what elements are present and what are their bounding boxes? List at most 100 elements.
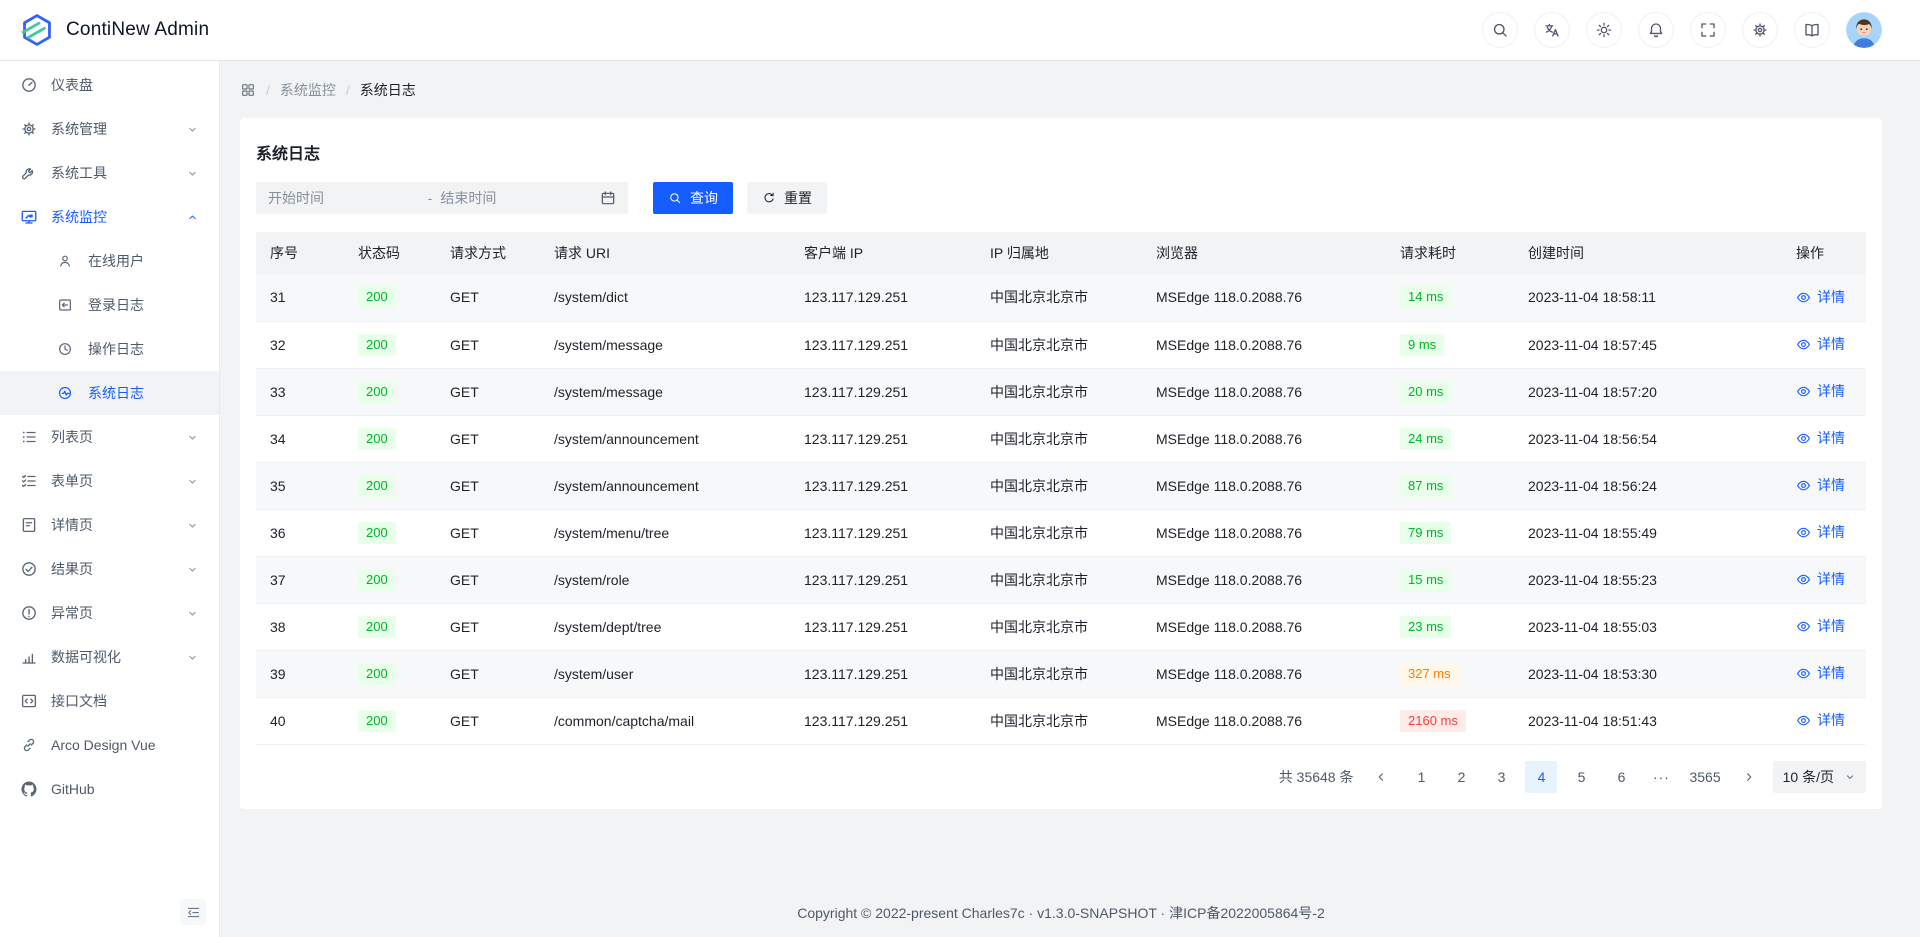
sidebar-item[interactable]: 系统监控 <box>0 195 219 239</box>
sidebar-item[interactable]: 列表页 <box>0 415 219 459</box>
prev-page-button[interactable] <box>1365 761 1397 793</box>
detail-link[interactable]: 详情 <box>1796 428 1845 448</box>
sidebar-item[interactable]: Arco Design Vue <box>0 723 219 767</box>
page-number-button[interactable]: 3 <box>1485 761 1517 793</box>
sidebar-item[interactable]: 详情页 <box>0 503 219 547</box>
elapsed-badge: 327 ms <box>1400 663 1459 685</box>
page-number-button[interactable]: 1 <box>1405 761 1437 793</box>
chevron-right-icon <box>1742 770 1756 784</box>
file-icon <box>20 516 38 534</box>
page-title: 系统日志 <box>256 140 1866 164</box>
cell-index: 31 <box>256 274 344 321</box>
topbar-action-button[interactable] <box>1482 12 1518 48</box>
detail-link[interactable]: 详情 <box>1796 663 1845 683</box>
sidebar-item[interactable]: 系统管理 <box>0 107 219 151</box>
detail-link[interactable]: 详情 <box>1796 710 1845 730</box>
fullscreen-icon <box>1699 21 1717 39</box>
search-icon <box>1491 21 1509 39</box>
breadcrumb-item-parent[interactable]: 系统监控 <box>280 80 336 100</box>
sidebar-item-label: GitHub <box>51 781 199 797</box>
status-badge: 200 <box>358 710 396 732</box>
cell-uri: /system/dict <box>540 274 790 321</box>
sidebar-item[interactable]: 在线用户 <box>0 239 219 283</box>
sidebar-item[interactable]: GitHub <box>0 767 219 811</box>
sidebar-item[interactable]: 表单页 <box>0 459 219 503</box>
column-header: 操作 <box>1782 232 1866 274</box>
topbar-action-button[interactable] <box>1742 12 1778 48</box>
detail-link[interactable]: 详情 <box>1796 381 1845 401</box>
cell-ip-location: 中国北京北京市 <box>976 697 1142 744</box>
menu-fold-icon <box>186 905 201 920</box>
column-header: 序号 <box>256 232 344 274</box>
detail-link-label: 详情 <box>1817 428 1845 448</box>
topbar-action-button[interactable] <box>1586 12 1622 48</box>
eye-icon <box>1796 290 1811 305</box>
detail-link[interactable]: 详情 <box>1796 475 1845 495</box>
elapsed-badge: 79 ms <box>1400 522 1451 544</box>
detail-link[interactable]: 详情 <box>1796 569 1845 589</box>
topbar-action-button[interactable] <box>1794 12 1830 48</box>
status-badge: 200 <box>358 522 396 544</box>
cell-created-time: 2023-11-04 18:53:30 <box>1514 650 1782 697</box>
cell-client-ip: 123.117.129.251 <box>790 556 976 603</box>
page-number-button[interactable]: ··· <box>1645 761 1677 793</box>
detail-link-label: 详情 <box>1817 663 1845 683</box>
page-number-button[interactable]: 2 <box>1445 761 1477 793</box>
log-table: 序号状态码请求方式请求 URI客户端 IPIP 归属地浏览器请求耗时创建时间操作… <box>256 232 1866 745</box>
cell-ip-location: 中国北京北京市 <box>976 509 1142 556</box>
user-avatar[interactable] <box>1846 12 1882 48</box>
app-logo: ContiNew Admin <box>20 13 209 47</box>
date-range-input[interactable]: 开始时间 - 结束时间 <box>256 182 628 214</box>
sidebar-item[interactable]: 数据可视化 <box>0 635 219 679</box>
sidebar-item[interactable]: 系统日志 <box>0 371 219 415</box>
github-icon <box>20 780 38 798</box>
search-button[interactable]: 查询 <box>653 182 733 214</box>
sidebar-collapse-button[interactable] <box>180 899 206 925</box>
cell-client-ip: 123.117.129.251 <box>790 274 976 321</box>
cell-method: GET <box>436 462 540 509</box>
page-number-button[interactable]: 6 <box>1605 761 1637 793</box>
sidebar: 仪表盘 系统管理 系统工具 系统监控 <box>0 61 220 937</box>
cell-method: GET <box>436 556 540 603</box>
detail-link[interactable]: 详情 <box>1796 616 1845 636</box>
sidebar-item[interactable]: 登录日志 <box>0 283 219 327</box>
detail-link[interactable]: 详情 <box>1796 522 1845 542</box>
table-header-row: 序号状态码请求方式请求 URI客户端 IPIP 归属地浏览器请求耗时创建时间操作 <box>256 232 1866 274</box>
chevron-down-icon <box>186 651 199 664</box>
topbar-action-button[interactable] <box>1534 12 1570 48</box>
wrench-icon <box>20 164 38 182</box>
detail-link[interactable]: 详情 <box>1796 334 1845 354</box>
cell-ip-location: 中国北京北京市 <box>976 462 1142 509</box>
sidebar-item[interactable]: 接口文档 <box>0 679 219 723</box>
apps-grid-icon[interactable] <box>240 82 256 98</box>
refresh-icon <box>762 191 776 205</box>
sidebar-item[interactable]: 仪表盘 <box>0 63 219 107</box>
sidebar-item[interactable]: 系统工具 <box>0 151 219 195</box>
sidebar-item[interactable]: 异常页 <box>0 591 219 635</box>
sidebar-item[interactable]: 操作日志 <box>0 327 219 371</box>
page-number-button[interactable]: 3565 <box>1685 761 1724 793</box>
cell-browser: MSEdge 118.0.2088.76 <box>1142 415 1386 462</box>
chevron-down-icon <box>186 607 199 620</box>
detail-link[interactable]: 详情 <box>1796 287 1845 307</box>
cell-uri: /system/user <box>540 650 790 697</box>
page-number-button[interactable]: 5 <box>1565 761 1597 793</box>
next-page-button[interactable] <box>1733 761 1765 793</box>
cell-client-ip: 123.117.129.251 <box>790 603 976 650</box>
topbar-action-button[interactable] <box>1638 12 1674 48</box>
table-row: 40 200 GET /common/captcha/mail 123.117.… <box>256 697 1866 744</box>
pagination: 共 35648 条 1 2 3 4 5 <box>256 761 1866 793</box>
reset-button[interactable]: 重置 <box>747 182 827 214</box>
page-number-button[interactable]: 4 <box>1525 761 1557 793</box>
cell-created-time: 2023-11-04 18:56:54 <box>1514 415 1782 462</box>
cell-uri: /system/announcement <box>540 415 790 462</box>
cell-client-ip: 123.117.129.251 <box>790 650 976 697</box>
page-size-select[interactable]: 10 条/页 <box>1773 761 1866 793</box>
sidebar-item[interactable]: 结果页 <box>0 547 219 591</box>
page-size-value: 10 条/页 <box>1783 767 1834 787</box>
table-row: 32 200 GET /system/message 123.117.129.2… <box>256 321 1866 368</box>
login-icon <box>57 297 73 313</box>
topbar-action-button[interactable] <box>1690 12 1726 48</box>
cell-index: 37 <box>256 556 344 603</box>
cell-client-ip: 123.117.129.251 <box>790 509 976 556</box>
